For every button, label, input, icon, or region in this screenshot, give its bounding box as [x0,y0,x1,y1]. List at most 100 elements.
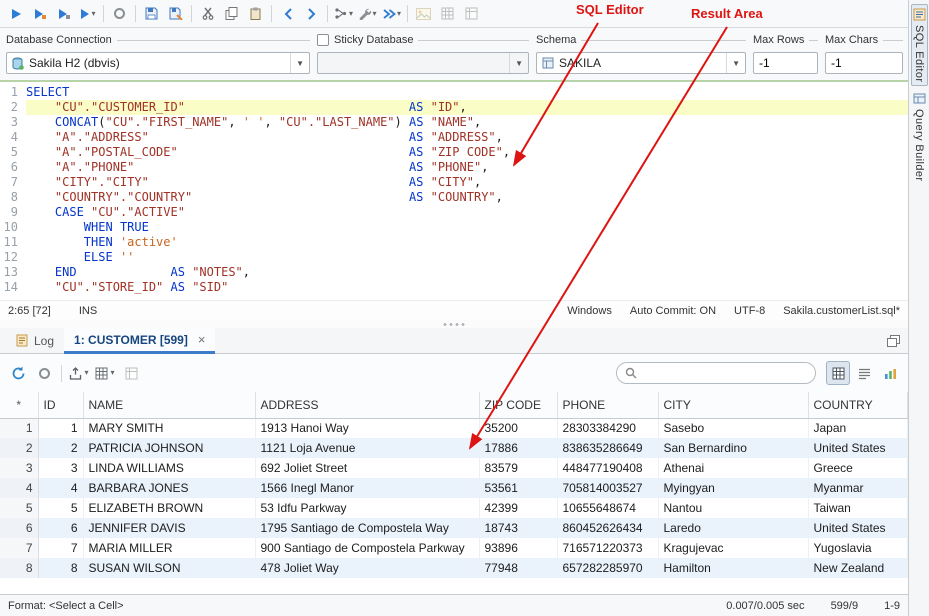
cell[interactable]: Myingyan [658,478,808,498]
row-number[interactable]: 1 [0,418,38,438]
code-line[interactable]: 6 "A"."PHONE" AS "PHONE", [0,160,908,175]
cell[interactable]: JENNIFER DAVIS [83,518,255,538]
cell[interactable]: Laredo [658,518,808,538]
cell[interactable]: LINDA WILLIAMS [83,458,255,478]
cell[interactable]: 657282285970 [557,558,658,578]
grid-view-button[interactable] [826,361,850,385]
stop-button[interactable] [32,361,56,385]
column-header-rownum[interactable]: * [0,392,38,418]
cell[interactable]: 692 Joliet Street [255,458,479,478]
row-number[interactable]: 4 [0,478,38,498]
cell[interactable]: ELIZABETH BROWN [83,498,255,518]
cell[interactable]: Myanmar [808,478,908,498]
grid-export-button[interactable] [436,3,459,25]
sql-editor[interactable]: 1SELECT2 "CU"."CUSTOMER_ID" AS "ID",3 CO… [0,82,908,300]
cell[interactable]: 77948 [479,558,557,578]
execute-menu-button[interactable]: ▾ [76,3,99,25]
code-line[interactable]: 10 WHEN TRUE [0,220,908,235]
cell[interactable]: Kragujevac [658,538,808,558]
cell[interactable]: San Bernardino [658,438,808,458]
paste-button[interactable] [244,3,267,25]
export-image-button[interactable] [412,3,435,25]
table-row[interactable]: 11MARY SMITH1913 Hanoi Way35200283033842… [0,418,908,438]
code-line[interactable]: 9 CASE "CU"."ACTIVE" [0,205,908,220]
cell[interactable]: 18743 [479,518,557,538]
code-line[interactable]: 8 "COUNTRY"."COUNTRY" AS "COUNTRY", [0,190,908,205]
sticky-database-select[interactable]: ▼ [317,52,529,74]
column-header-name[interactable]: NAME [83,392,255,418]
cell[interactable]: 860452626434 [557,518,658,538]
tab-result-customer[interactable]: 1: CUSTOMER [599] × [64,328,215,354]
column-header-city[interactable]: CITY [658,392,808,418]
row-number[interactable]: 7 [0,538,38,558]
cell[interactable]: Taiwan [808,498,908,518]
cut-button[interactable] [196,3,219,25]
code-line[interactable]: 7 "CITY"."CITY" AS "CITY", [0,175,908,190]
save-button[interactable] [140,3,163,25]
cell[interactable]: 2 [38,438,83,458]
code-line[interactable]: 4 "A"."ADDRESS" AS "ADDRESS", [0,130,908,145]
grid-options-button[interactable]: ▾ [93,361,117,385]
cell[interactable]: 5 [38,498,83,518]
table-row[interactable]: 44BARBARA JONES1566 Inegl Manor535617058… [0,478,908,498]
grid-search-field[interactable] [616,362,816,384]
table-row[interactable]: 77MARIA MILLER900 Santiago de Compostela… [0,538,908,558]
float-window-button[interactable] [879,328,908,353]
column-header-zip-code[interactable]: ZIP CODE [479,392,557,418]
cell[interactable]: 1566 Inegl Manor [255,478,479,498]
tab-log[interactable]: Log [6,328,64,353]
schema-select[interactable]: SAKILA ▼ [536,52,746,74]
cell[interactable]: MARIA MILLER [83,538,255,558]
cell[interactable]: 83579 [479,458,557,478]
cell[interactable]: BARBARA JONES [83,478,255,498]
tab-sql-editor[interactable]: SQL Editor [911,4,928,86]
tab-query-builder[interactable]: Query Builder [911,88,928,185]
chart-view-button[interactable] [878,361,902,385]
code-line[interactable]: 1SELECT [0,85,908,100]
table-row[interactable]: 55ELIZABETH BROWN53 Idfu Parkway42399106… [0,498,908,518]
cell[interactable]: 1913 Hanoi Way [255,418,479,438]
cell[interactable]: Hamilton [658,558,808,578]
cell[interactable]: 93896 [479,538,557,558]
cell[interactable]: 900 Santiago de Compostela Parkway [255,538,479,558]
cell[interactable]: 53 Idfu Parkway [255,498,479,518]
grid-search-input[interactable] [642,366,807,380]
cell[interactable]: 4 [38,478,83,498]
copy-button[interactable] [220,3,243,25]
code-line[interactable]: 11 THEN 'active' [0,235,908,250]
row-number[interactable]: 2 [0,438,38,458]
max-chars-input[interactable] [831,56,897,70]
code-line[interactable]: 5 "A"."POSTAL_CODE" AS "ZIP CODE", [0,145,908,160]
cell[interactable]: 8 [38,558,83,578]
code-line[interactable]: 2 "CU"."CUSTOMER_ID" AS "ID", [0,100,908,115]
cell[interactable]: 1121 Loja Avenue [255,438,479,458]
column-header-phone[interactable]: PHONE [557,392,658,418]
code-line[interactable]: 3 CONCAT("CU"."FIRST_NAME", ' ', "CU"."L… [0,115,908,130]
cell[interactable]: Nantou [658,498,808,518]
sticky-database-checkbox[interactable] [317,34,329,46]
execute-buffer-button[interactable] [52,3,75,25]
record-macro-button[interactable] [108,3,131,25]
cell[interactable]: 10655648674 [557,498,658,518]
cell[interactable]: 3 [38,458,83,478]
code-line[interactable]: 14 "CU"."STORE_ID" AS "SID" [0,280,908,295]
cell[interactable]: 716571220373 [557,538,658,558]
grid-settings-button[interactable] [460,3,483,25]
export-grid-button[interactable]: ▾ [67,361,91,385]
cell[interactable]: 1795 Santiago de Compostela Way [255,518,479,538]
row-number[interactable]: 6 [0,518,38,538]
cell[interactable]: MARY SMITH [83,418,255,438]
close-icon[interactable]: × [198,332,206,347]
column-header-address[interactable]: ADDRESS [255,392,479,418]
cell[interactable]: New Zealand [808,558,908,578]
table-row[interactable]: 22PATRICIA JOHNSON1121 Loja Avenue178868… [0,438,908,458]
splitter-handle[interactable] [0,320,908,328]
row-number[interactable]: 3 [0,458,38,478]
cell[interactable]: 705814003527 [557,478,658,498]
row-number[interactable]: 8 [0,558,38,578]
back-button[interactable] [276,3,299,25]
table-row[interactable]: 66JENNIFER DAVIS1795 Santiago de Compost… [0,518,908,538]
code-line[interactable]: 12 ELSE '' [0,250,908,265]
cell[interactable]: PATRICIA JOHNSON [83,438,255,458]
cell[interactable]: Japan [808,418,908,438]
